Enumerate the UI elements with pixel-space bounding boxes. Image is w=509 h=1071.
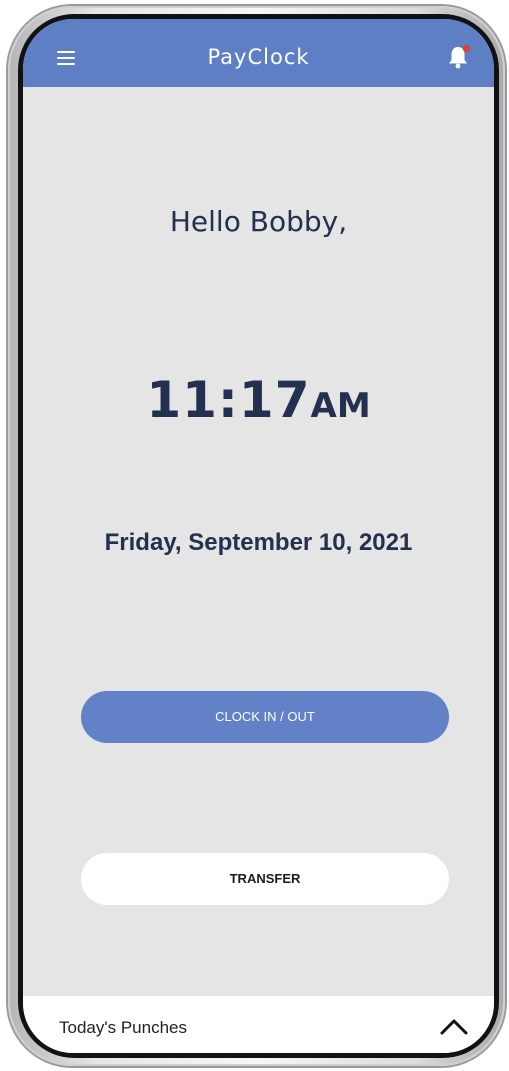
todays-punches-label: Today's Punches: [59, 1018, 187, 1037]
app-screen: PayClock Hello Bobby, 11:17AM Friday, Se…: [23, 19, 494, 1053]
current-date: Friday, September 10, 2021: [104, 529, 413, 556]
app-title: PayClock: [207, 45, 310, 69]
time-value: 11:17: [146, 371, 311, 429]
transfer-button[interactable]: TRANSFER: [81, 853, 449, 905]
app-header: PayClock: [23, 19, 494, 87]
clock-in-out-button[interactable]: CLOCK IN / OUT: [81, 691, 449, 743]
greeting-text: Hello Bobby,: [169, 205, 348, 238]
time-ampm: AM: [310, 386, 371, 426]
chevron-up-icon[interactable]: [439, 1016, 469, 1036]
current-time: 11:17AM: [23, 371, 494, 429]
notification-dot: [462, 44, 471, 53]
bell-icon[interactable]: [445, 43, 473, 71]
todays-punches-panel[interactable]: Today's Punches: [23, 996, 494, 1053]
